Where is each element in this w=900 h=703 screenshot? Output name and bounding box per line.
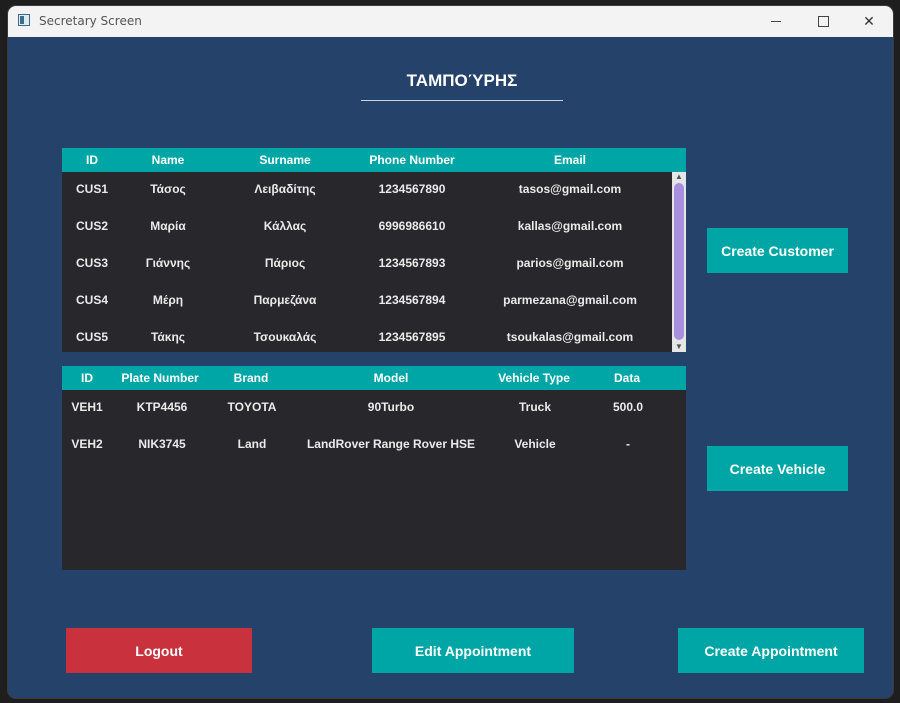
edit-appointment-button[interactable]: Edit Appointment: [372, 628, 574, 673]
logout-button[interactable]: Logout: [66, 628, 252, 673]
cell-phone: 6996986610: [378, 219, 446, 233]
column-header-brand[interactable]: Brand: [234, 371, 269, 385]
cell-id: CUS2: [75, 219, 109, 233]
cell-email: parios@gmail.com: [516, 256, 624, 270]
scroll-thumb[interactable]: [674, 183, 684, 340]
customers-table-header: ID Name Surname Phone Number Email: [62, 148, 686, 172]
cell-brand: TOYOTA: [227, 400, 277, 414]
cell-id: VEH1: [71, 400, 103, 414]
cell-data: -: [626, 437, 630, 451]
table-row[interactable]: CUS2 Μαρία Κάλλας 6996986610 kallas@gmai…: [62, 209, 672, 246]
cell-id: VEH2: [71, 437, 103, 451]
maximize-icon: [817, 16, 829, 27]
cell-name: Μαρία: [150, 219, 186, 233]
scroll-down-icon[interactable]: ▼: [672, 342, 686, 352]
column-header-plate[interactable]: Plate Number: [121, 371, 198, 385]
column-header-id[interactable]: ID: [81, 371, 93, 385]
cell-email: kallas@gmail.com: [517, 219, 623, 233]
column-header-surname[interactable]: Surname: [259, 153, 310, 167]
cell-id: CUS1: [75, 182, 109, 196]
customers-scrollbar[interactable]: ▲ ▼: [672, 172, 686, 352]
secretary-window: Secretary Screen ✕ ΤΑΜΠΟΎΡΗΣ ID Name Sur…: [8, 6, 893, 698]
cell-plate: KTP4456: [136, 400, 188, 414]
table-row[interactable]: VEH2 NIK3745 Land LandRover Range Rover …: [62, 427, 672, 464]
cell-surname: Λειβαδίτης: [254, 182, 316, 196]
cell-phone: 1234567890: [378, 182, 446, 196]
cell-name: Μέρη: [152, 293, 184, 307]
cell-model: 90Turbo: [367, 400, 415, 414]
vehicles-table: ID Plate Number Brand Model Vehicle Type…: [62, 366, 686, 570]
cell-plate: NIK3745: [138, 437, 186, 451]
create-vehicle-button[interactable]: Create Vehicle: [707, 446, 848, 491]
cell-id: CUS4: [75, 293, 109, 307]
cell-data: 500.0: [612, 400, 644, 414]
cell-id: CUS5: [75, 330, 109, 344]
cell-name: Τάκης: [150, 330, 186, 344]
scroll-up-icon[interactable]: ▲: [672, 172, 686, 182]
column-header-name[interactable]: Name: [152, 153, 185, 167]
create-customer-button[interactable]: Create Customer: [707, 228, 848, 273]
cell-vehicle-type: Vehicle: [514, 437, 556, 451]
cell-vehicle-type: Truck: [518, 400, 552, 414]
column-header-id[interactable]: ID: [86, 153, 98, 167]
page-title: ΤΑΜΠΟΎΡΗΣ: [406, 71, 518, 90]
table-row[interactable]: CUS1 Τάσος Λειβαδίτης 1234567890 tasos@g…: [62, 172, 672, 209]
cell-surname: Τσουκαλάς: [253, 330, 317, 344]
column-header-model[interactable]: Model: [374, 371, 409, 385]
cell-id: CUS3: [75, 256, 109, 270]
cell-surname: Κάλλας: [263, 219, 307, 233]
vehicles-table-header: ID Plate Number Brand Model Vehicle Type…: [62, 366, 686, 390]
minimize-button[interactable]: [753, 6, 799, 37]
table-row[interactable]: CUS4 Μέρη Παρμεζάνα 1234567894 parmezana…: [62, 283, 672, 320]
column-header-email[interactable]: Email: [554, 153, 586, 167]
cell-brand: Land: [237, 437, 267, 451]
cell-phone: 1234567895: [378, 330, 446, 344]
column-header-vehicle-type[interactable]: Vehicle Type: [498, 371, 570, 385]
cell-phone: 1234567894: [378, 293, 446, 307]
table-row[interactable]: CUS3 Γιάννης Πάριος 1234567893 parios@gm…: [62, 246, 672, 283]
window-title: Secretary Screen: [39, 14, 142, 28]
app-icon: [18, 14, 30, 26]
cell-surname: Πάριος: [264, 256, 306, 270]
cell-email: parmezana@gmail.com: [503, 293, 637, 307]
cell-model: LandRover Range Rover HSE: [306, 437, 476, 451]
column-header-data[interactable]: Data: [614, 371, 640, 385]
cell-name: Τάσος: [150, 182, 186, 196]
cell-name: Γιάννης: [145, 256, 191, 270]
close-button[interactable]: ✕: [846, 6, 892, 37]
create-appointment-button[interactable]: Create Appointment: [678, 628, 864, 673]
customers-table: ID Name Surname Phone Number Email CUS1 …: [62, 148, 686, 352]
close-icon: ✕: [863, 13, 875, 30]
column-header-phone[interactable]: Phone Number: [369, 153, 454, 167]
title-underline: [361, 100, 563, 101]
maximize-button[interactable]: [800, 6, 846, 37]
cell-email: tasos@gmail.com: [518, 182, 622, 196]
table-row[interactable]: CUS5 Τάκης Τσουκαλάς 1234567895 tsoukala…: [62, 320, 672, 357]
cell-surname: Παρμεζάνα: [253, 293, 317, 307]
table-row[interactable]: VEH1 KTP4456 TOYOTA 90Turbo Truck 500.0: [62, 390, 672, 427]
title-bar[interactable]: Secretary Screen ✕: [8, 6, 893, 37]
cell-email: tsoukalas@gmail.com: [506, 330, 634, 344]
minimize-icon: [771, 21, 781, 22]
cell-phone: 1234567893: [378, 256, 446, 270]
